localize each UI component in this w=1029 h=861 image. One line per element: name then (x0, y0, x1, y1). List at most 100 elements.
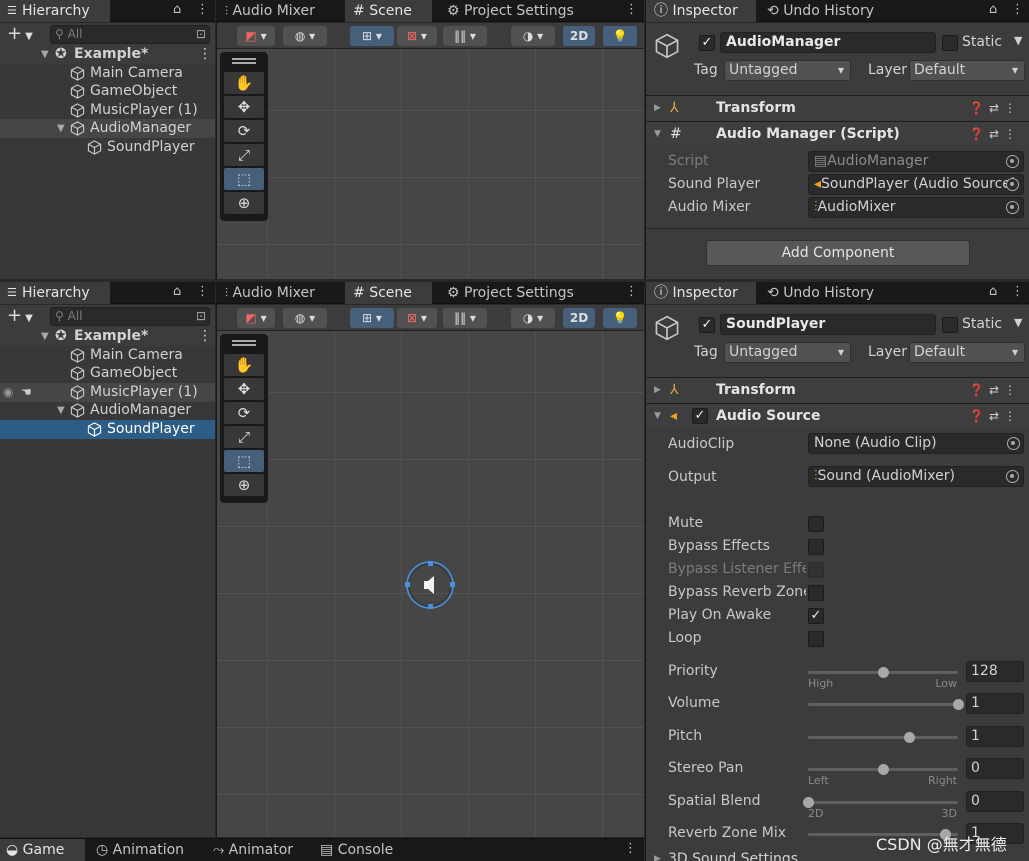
tab-project-settings[interactable]: ⚙ Project Settings (439, 282, 619, 304)
audio-mixer-field[interactable]: ⫶AudioMixer (808, 197, 1024, 218)
tab-audio-mixer[interactable]: ⫶ Audio Mixer (217, 282, 342, 304)
volume-slider-track[interactable] (808, 699, 964, 710)
snap-increment-button[interactable]: ⊠ ▾ (397, 26, 437, 46)
kebab-menu-icon[interactable]: ⋮ (196, 2, 209, 17)
2d-mode-button[interactable]: 2D (563, 308, 595, 328)
move-tool-button[interactable]: ✥ (224, 378, 264, 400)
object-name-field[interactable]: SoundPlayer (720, 314, 936, 335)
tab-scene[interactable]: # Scene (345, 282, 432, 304)
draw-mode-button[interactable]: ◩ ▾ (237, 308, 275, 328)
lock-icon[interactable]: ⌂ (989, 284, 997, 299)
kebab-menu-icon[interactable]: ⋮ (625, 284, 638, 299)
priority-slider-knob[interactable] (878, 667, 889, 678)
sound-player-field[interactable]: ◂SoundPlayer (Audio Source) (808, 174, 1024, 195)
add-dropdown-button[interactable]: + ▼ (7, 305, 33, 326)
list-item-gameobject[interactable]: GameObject (0, 82, 215, 101)
tab-scene[interactable]: # Scene (345, 0, 432, 22)
tab-console[interactable]: ▤ Console (312, 839, 422, 861)
component-header-icons[interactable]: ❓⇄⋮ (969, 378, 1021, 402)
move-tool-button[interactable]: ✥ (224, 96, 264, 118)
lock-icon[interactable]: ⌂ (989, 2, 997, 17)
toggle-checkbox[interactable] (808, 516, 824, 532)
scene-menu-icon[interactable]: ⋮ (198, 45, 212, 64)
object-picker-icon[interactable] (1006, 470, 1019, 483)
add-component-button[interactable]: Add Component (706, 240, 970, 266)
shading-mode-button[interactable]: ◑ ▾ (511, 308, 555, 328)
list-item-gameobject[interactable]: GameObject (0, 364, 215, 383)
list-item-main-camera[interactable]: Main Camera (0, 64, 215, 83)
transform-tool-button[interactable]: ⊕ (224, 474, 264, 496)
list-item-soundplayer[interactable]: SoundPlayer (0, 420, 215, 439)
lock-icon[interactable]: ⌂ (173, 284, 181, 299)
tab-game[interactable]: ◒ Game (0, 839, 85, 861)
static-dropdown-icon[interactable]: ▼ (1014, 34, 1022, 47)
component-header-transform[interactable]: ▶ ⅄ Transform ❓⇄⋮ (646, 377, 1029, 402)
list-item-main-camera[interactable]: Main Camera (0, 346, 215, 365)
active-checkbox[interactable]: ✓ (699, 35, 715, 51)
lighting-button[interactable]: 💡 (603, 308, 637, 328)
component-header-icons[interactable]: ❓⇄⋮ (969, 404, 1021, 428)
kebab-menu-icon[interactable]: ⋮ (1011, 284, 1024, 299)
component-header-audio-source[interactable]: ▼ ◂ ✓ Audio Source ❓⇄⋮ (646, 403, 1029, 428)
object-picker-icon[interactable] (1006, 178, 1019, 191)
pitch-slider-knob[interactable] (903, 732, 915, 743)
kebab-menu-icon[interactable]: ⋮ (625, 2, 638, 17)
stereo-pan-value-field[interactable]: 0 (966, 758, 1024, 779)
expand-arrow-icon[interactable]: ▼ (57, 119, 65, 138)
list-item-musicplayer[interactable]: MusicPlayer (1) (0, 101, 215, 120)
rotate-tool-button[interactable]: ⟳ (224, 402, 264, 424)
tab-audio-mixer[interactable]: ⫶ Audio Mixer (217, 0, 342, 22)
pitch-value-field[interactable]: 1 (966, 726, 1024, 747)
shading-mode-button[interactable]: ◑ ▾ (511, 26, 555, 46)
object-picker-icon[interactable] (1006, 201, 1019, 214)
scene-viewport[interactable] (217, 49, 644, 279)
scale-tool-button[interactable]: ⤢ (224, 144, 264, 166)
hierarchy-search-input[interactable]: ⚲ All ⊡ (50, 25, 210, 44)
static-dropdown-icon[interactable]: ▼ (1014, 316, 1022, 329)
2d-mode-button[interactable]: 2D (563, 26, 595, 46)
expand-arrow-icon[interactable]: ▼ (41, 327, 49, 346)
toggle-checkbox[interactable] (808, 585, 824, 601)
overlay-drag-handle[interactable] (232, 58, 256, 64)
tab-hierarchy[interactable]: ☰ Hierarchy (0, 282, 110, 304)
active-checkbox[interactable]: ✓ (699, 317, 715, 333)
layer-dropdown[interactable]: Default (909, 60, 1025, 81)
tab-undo-history[interactable]: ⟲ Undo History (759, 282, 889, 304)
tab-inspector[interactable]: ⓘ Inspector (646, 0, 756, 22)
priority-slider-track[interactable] (808, 667, 958, 678)
list-item-soundplayer[interactable]: SoundPlayer (0, 138, 215, 157)
scene-row[interactable]: ▼ ✪ Example* ⋮ (0, 327, 215, 346)
output-field[interactable]: ⫶Sound (AudioMixer) (808, 466, 1024, 487)
kebab-menu-icon[interactable]: ⋮ (196, 284, 209, 299)
stereo-pan-slider-knob[interactable] (878, 764, 889, 775)
visibility-eye-icon[interactable]: ◉ (3, 383, 13, 402)
scene-row[interactable]: ▼ ✪ Example* ⋮ (0, 45, 215, 64)
pitch-slider-track[interactable] (808, 732, 958, 743)
tab-inspector[interactable]: ⓘ Inspector (646, 282, 756, 304)
spatial-blend-value-field[interactable]: 0 (966, 791, 1024, 812)
rect-tool-button[interactable]: ⬚ (224, 168, 264, 190)
lighting-button[interactable]: 💡 (603, 26, 637, 46)
stereo-pan-slider-track[interactable] (808, 764, 958, 775)
layer-dropdown[interactable]: Default (909, 342, 1025, 363)
list-item-audiomanager[interactable]: ▼ AudioManager (0, 119, 215, 138)
overlay-drag-handle[interactable] (232, 340, 256, 346)
tab-animation[interactable]: ◷ Animation (88, 839, 203, 861)
list-item-audiomanager[interactable]: ▼ AudioManager (0, 401, 215, 420)
hand-tool-button[interactable]: ✋ (224, 72, 264, 94)
tag-dropdown[interactable]: Untagged (724, 60, 851, 81)
hand-tool-button[interactable]: ✋ (224, 354, 264, 376)
lock-icon[interactable]: ⌂ (173, 2, 181, 17)
tab-project-settings[interactable]: ⚙ Project Settings (439, 0, 619, 22)
static-checkbox[interactable] (942, 35, 958, 51)
grid-snap-button[interactable]: ⊞ ▾ (350, 26, 394, 46)
component-header-icons[interactable]: ❓⇄⋮ (969, 96, 1021, 120)
grid-snap-button[interactable]: ⊞ ▾ (350, 308, 394, 328)
toggle-checkbox[interactable]: ✓ (808, 608, 824, 624)
add-dropdown-button[interactable]: + ▼ (7, 23, 33, 44)
scene-menu-icon[interactable]: ⋮ (198, 327, 212, 346)
draw-mode-button[interactable]: ◩ ▾ (237, 26, 275, 46)
hierarchy-search-input[interactable]: ⚲ All ⊡ (50, 307, 210, 326)
search-filter-icon[interactable]: ⊡ (196, 308, 206, 325)
component-header-transform[interactable]: ▶ ⅄ Transform ❓⇄⋮ (646, 95, 1029, 120)
